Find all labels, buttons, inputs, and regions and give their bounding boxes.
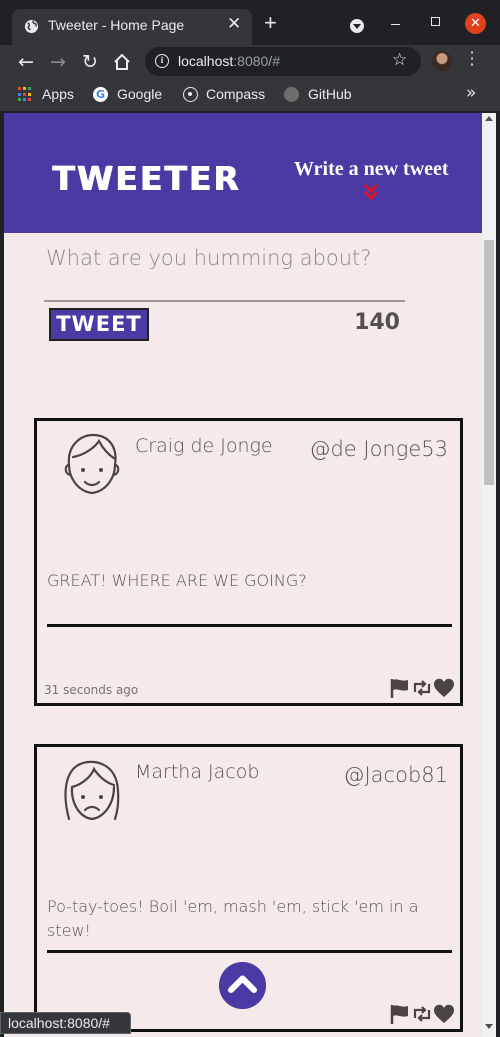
address-bar[interactable]: i localhost:8080/# ☆ <box>145 47 421 76</box>
smiling-boy-face-icon <box>64 433 120 495</box>
top-nav: TWEETER Write a new tweet <box>4 113 482 233</box>
reload-icon[interactable]: ↻ <box>77 49 103 75</box>
browser-menu-icon[interactable]: · · · <box>467 45 477 73</box>
bookmark-star-icon[interactable]: ☆ <box>392 50 407 70</box>
scroll-up-arrow-icon[interactable] <box>485 116 493 121</box>
browser-tab[interactable]: Tweeter - Home Page ✕ <box>12 9 252 45</box>
bookmark-apps[interactable]: Apps <box>42 86 74 102</box>
flag-icon[interactable] <box>389 1003 411 1025</box>
apps-grid-icon <box>18 87 33 102</box>
frowning-girl-face-icon <box>64 760 120 821</box>
character-counter: 140 <box>354 310 400 335</box>
tweet-author-handle: @de Jonge53 <box>309 437 448 461</box>
scrollbar-thumb[interactable] <box>484 240 494 485</box>
browser-titlebar: Tweeter - Home Page ✕ + ✕ <box>0 0 500 45</box>
profile-avatar[interactable] <box>432 51 452 71</box>
forward-arrow-icon[interactable]: → <box>45 49 71 75</box>
flag-icon[interactable] <box>389 677 411 699</box>
site-info-icon[interactable]: i <box>155 54 169 68</box>
close-window-button[interactable]: ✕ <box>465 13 486 34</box>
tweet-actions <box>389 677 455 699</box>
compass-icon <box>183 87 198 102</box>
heart-icon[interactable] <box>433 677 455 699</box>
double-chevron-down-icon[interactable] <box>363 182 379 202</box>
page-viewport: TWEETER Write a new tweet What are you h… <box>4 113 482 1037</box>
github-icon <box>284 87 299 102</box>
scroll-down-arrow-icon[interactable] <box>485 1024 493 1029</box>
google-icon: G <box>93 87 108 102</box>
browser-toolbar: ← → ↻ i localhost:8080/# ☆ <box>0 45 500 79</box>
write-new-tweet-link[interactable]: Write a new tweet <box>294 157 449 181</box>
tweet-actions <box>389 1003 455 1025</box>
tweet-card: Craig de Jonge @de Jonge53 GREAT! WHERE … <box>34 418 463 706</box>
retweet-icon[interactable] <box>411 1003 433 1025</box>
bookmark-compass[interactable]: Compass <box>206 86 265 102</box>
tweet-content: GREAT! WHERE ARE WE GOING? <box>47 571 307 590</box>
maximize-window-button[interactable] <box>431 17 440 26</box>
tweet-author-name: Martha Jacob <box>135 761 260 783</box>
tweet-divider <box>47 624 452 627</box>
window-edge <box>496 113 500 1037</box>
brand-logo[interactable]: TWEETER <box>52 159 240 199</box>
tweet-content: Po-tay-toes! Boil 'em, mash 'em, stick '… <box>47 897 419 940</box>
tab-title: Tweeter - Home Page <box>48 17 185 33</box>
bookmark-github[interactable]: GitHub <box>308 86 352 102</box>
bookmark-google[interactable]: Google <box>117 86 162 102</box>
url-text: localhost:8080/# <box>178 53 280 69</box>
scroll-to-top-button[interactable] <box>219 962 266 1009</box>
composer-underline <box>44 300 405 302</box>
tweet-author-name: Craig de Jonge <box>135 435 273 457</box>
tweet-author-handle: @Jacob81 <box>343 763 448 787</box>
tweet-divider <box>47 950 452 953</box>
tab-search-icon[interactable] <box>350 19 364 33</box>
back-arrow-icon[interactable]: ← <box>13 49 39 75</box>
home-icon[interactable] <box>109 49 135 75</box>
tweet-textarea[interactable]: What are you humming about? <box>46 243 406 273</box>
globe-icon <box>24 19 39 34</box>
bookmarks-overflow-button[interactable]: » <box>466 83 476 103</box>
new-tab-button[interactable]: + <box>264 12 277 34</box>
bookmarks-bar: Apps G Google Compass GitHub » <box>0 79 500 111</box>
minimize-window-button[interactable] <box>391 24 400 25</box>
link-status-bubble: localhost:8080/# <box>0 1012 131 1034</box>
url-host: localhost <box>178 53 234 69</box>
page-scrollbar[interactable] <box>482 113 496 1037</box>
close-tab-icon[interactable]: ✕ <box>227 16 241 33</box>
retweet-icon[interactable] <box>411 677 433 699</box>
url-port-path: :8080/# <box>233 53 280 69</box>
tweet-submit-button[interactable]: TWEET <box>49 308 149 341</box>
heart-icon[interactable] <box>433 1003 455 1025</box>
tweet-timestamp: 31 seconds ago <box>44 683 139 697</box>
